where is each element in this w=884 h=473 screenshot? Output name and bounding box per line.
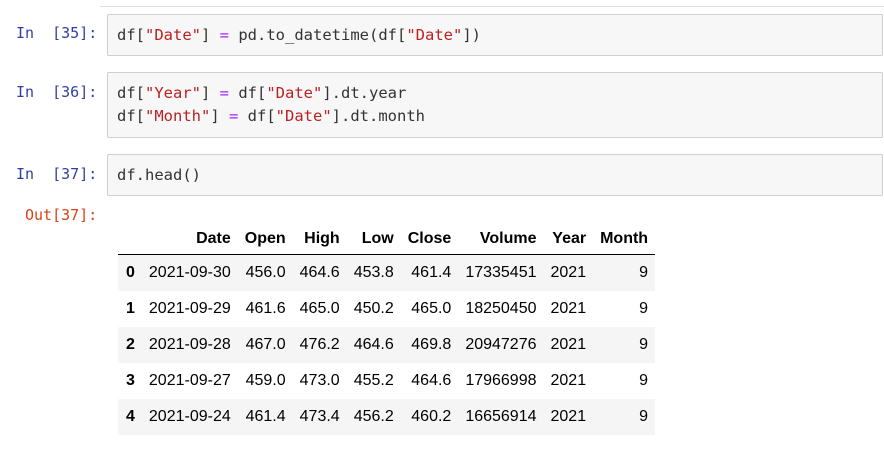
table-cell-low: 450.2 [353, 300, 394, 317]
table-cell-year: 2021 [550, 408, 587, 425]
table-cell-low: 456.2 [353, 408, 394, 425]
table-header-row: Date Open High Low Close Volume Year Mon… [118, 224, 656, 255]
code-token: ] [210, 107, 229, 125]
code-line: df["Year"] = df["Date"].dt.year [117, 82, 425, 105]
code-token: ] [201, 26, 220, 44]
table-cell-close: 465.0 [411, 300, 452, 317]
code-editor[interactable]: df["Date"] = pd.to_datetime(df["Date"]) [117, 24, 481, 47]
row-index: 2 [126, 336, 135, 353]
code-token: df[ [117, 84, 145, 102]
code-token: ].dt.year [322, 84, 407, 102]
code-editor[interactable]: df["Year"] = df["Date"].dt.year df["Month… [117, 82, 425, 128]
table-cell-month: 9 [639, 300, 649, 317]
table-cell-date: 2021-09-24 [148, 408, 231, 425]
table-cell-low: 464.6 [353, 336, 394, 353]
table-cell-date: 2021-09-27 [148, 372, 231, 389]
table-cell-open: 467.0 [245, 336, 286, 353]
code-string-token: "Date" [406, 26, 463, 44]
table-cell-date: 2021-09-29 [148, 300, 231, 317]
table-cell-month: 9 [639, 264, 649, 281]
output-prompt-37: Out[37]: [25, 206, 98, 224]
code-line: df["Date"] = pd.to_datetime(df["Date"]) [117, 24, 481, 47]
input-prompt-35: In [35]: [16, 24, 98, 42]
table-cell-year: 2021 [550, 264, 587, 281]
code-token: ].dt.month [331, 107, 425, 125]
code-string-token: "Year" [145, 84, 201, 102]
row-index: 1 [126, 300, 135, 317]
table-cell-volume: 17335451 [465, 264, 537, 281]
code-token: df[ [117, 107, 145, 125]
column-header-volume: Volume [458, 224, 544, 255]
code-token: pd.to_datetime(df[ [229, 26, 407, 44]
code-string-token: "Date" [266, 84, 323, 102]
table-cell-close: 461.4 [411, 264, 452, 281]
table-row: 3 2021-09-27 459.0 473.0 455.2 464.6 17966998 2… [118, 363, 655, 399]
table-cell-high: 473.0 [299, 372, 340, 389]
table-cell-high: 464.6 [299, 264, 340, 281]
table-cell-month: 9 [639, 372, 649, 389]
table-cell-date: 2021-09-28 [148, 336, 231, 353]
input-prompt-36: In [36]: [16, 83, 98, 101]
table-cell-volume: 20947276 [465, 336, 537, 353]
table-cell-date: 2021-09-30 [148, 264, 231, 281]
column-header-low: Low [346, 224, 401, 255]
column-header-high: High [292, 224, 347, 255]
table-cell-volume: 16656914 [465, 408, 537, 425]
table-cell-volume: 17966998 [465, 372, 537, 389]
table-cell-close: 469.8 [411, 336, 452, 353]
code-editor[interactable]: df.head() [117, 164, 201, 187]
table-cell-open: 461.4 [245, 408, 286, 425]
table-cell-year: 2021 [550, 336, 587, 353]
table-cell-low: 453.8 [353, 264, 394, 281]
column-header-open: Open [237, 224, 293, 255]
code-cell-35[interactable]: df["Date"] = pd.to_datetime(df["Date"]) [107, 14, 883, 56]
row-index: 0 [126, 264, 135, 281]
code-token: df[ [117, 26, 145, 44]
table-cell-month: 9 [639, 408, 649, 425]
table-cell-year: 2021 [550, 300, 587, 317]
column-header-month: Month [593, 224, 656, 255]
code-token: ]) [462, 26, 481, 44]
column-header-date: Date [141, 224, 238, 255]
table-cell-month: 9 [639, 336, 649, 353]
code-token: df.head() [117, 166, 201, 184]
code-string-token: "Date" [145, 26, 201, 44]
column-header-year: Year [543, 224, 594, 255]
table-cell-year: 2021 [550, 372, 587, 389]
code-token: df[ [238, 107, 276, 125]
table-row: 0 2021-09-30 456.0 464.6 453.8 461.4 17335451 2… [118, 254, 656, 291]
dataframe-output-table: Date Open High Low Close Volume Year Mon… [118, 224, 656, 435]
code-token: ] [201, 84, 220, 102]
code-operator-token: = [229, 107, 239, 125]
table-cell-open: 459.0 [245, 372, 286, 389]
table-cell-open: 461.6 [245, 300, 286, 317]
index-header [118, 224, 142, 255]
table-row: 1 2021-09-29 461.6 465.0 450.2 465.0 18250450 2… [118, 291, 655, 327]
row-index: 4 [126, 408, 135, 425]
table-cell-high: 476.2 [299, 336, 340, 353]
table-cell-low: 455.2 [353, 372, 394, 389]
previous-cell-border [100, 0, 884, 7]
code-line: df["Month"] = df["Date"].dt.month [117, 105, 425, 128]
table-cell-open: 456.0 [245, 264, 286, 281]
table-row: 2 2021-09-28 467.0 476.2 464.6 469.8 20947276 2… [118, 327, 656, 363]
code-operator-token: = [219, 84, 230, 102]
code-string-token: "Month" [145, 107, 211, 125]
code-string-token: "Date" [275, 107, 332, 125]
table-cell-close: 460.2 [411, 408, 452, 425]
table-cell-volume: 18250450 [465, 300, 537, 317]
code-cell-37[interactable]: df.head() [107, 154, 883, 196]
column-header-close: Close [400, 224, 459, 255]
code-token: df[ [229, 84, 267, 102]
table-cell-high: 473.4 [299, 408, 340, 425]
code-cell-36[interactable]: df["Year"] = df["Date"].dt.year df["Month… [107, 72, 883, 138]
code-operator-token: = [219, 26, 230, 44]
code-line: df.head() [117, 164, 201, 187]
table-cell-close: 464.6 [411, 372, 452, 389]
input-prompt-37: In [37]: [16, 165, 98, 183]
row-index: 3 [126, 372, 135, 389]
table-cell-high: 465.0 [299, 300, 340, 317]
table-row: 4 2021-09-24 461.4 473.4 456.2 460.2 16656914 2… [118, 399, 656, 435]
